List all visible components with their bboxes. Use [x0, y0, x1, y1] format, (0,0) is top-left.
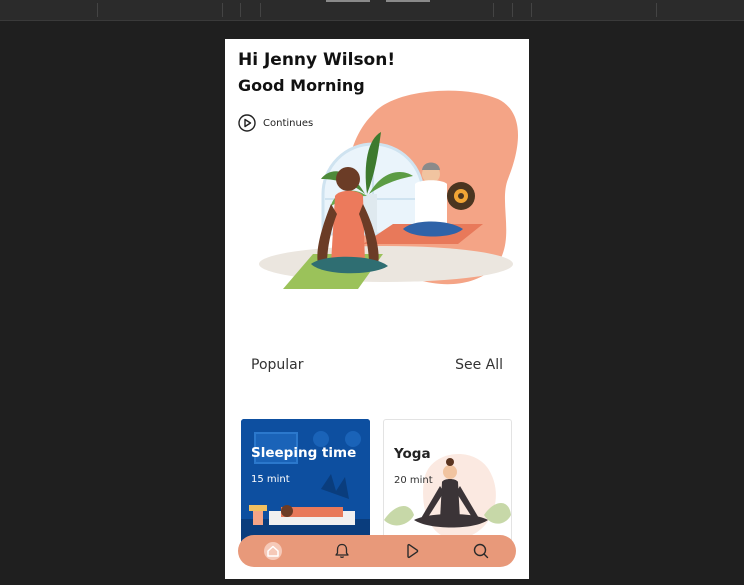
search-icon [474, 543, 489, 559]
card-title: Yoga [394, 446, 431, 462]
nav-home[interactable] [261, 539, 285, 563]
play-icon [407, 543, 419, 559]
toolbar-divider [222, 3, 223, 17]
home-icon [263, 542, 282, 560]
toolbar-divider [512, 3, 513, 17]
card-duration: 15 mint [251, 474, 290, 485]
greeting-time: Good Morning [238, 76, 365, 95]
card-duration: 20 mint [394, 475, 433, 486]
toolbar-divider [656, 3, 657, 17]
toolbar-divider [493, 3, 494, 17]
nav-notifications[interactable] [330, 539, 354, 563]
card-title: Sleeping time [251, 445, 357, 461]
editor-toolbar [0, 0, 744, 21]
play-circle-icon [238, 114, 256, 132]
popular-header: Popular See All [251, 357, 503, 373]
phone-screen: Hi Jenny Wilson! Good Morning Continues … [225, 39, 529, 579]
sleeping-time-card[interactable]: Sleeping time 15 mint [241, 419, 370, 544]
bottom-navigation [238, 535, 516, 567]
greeting-name: Hi Jenny Wilson! [238, 50, 396, 70]
continue-button[interactable]: Continues [238, 114, 313, 132]
nav-search[interactable] [469, 539, 493, 563]
bell-icon [335, 543, 349, 558]
toolbar-tab[interactable] [326, 0, 370, 2]
toolbar-divider [240, 3, 241, 17]
yoga-card[interactable]: Yoga 20 mint [383, 419, 512, 544]
see-all-link[interactable]: See All [455, 357, 503, 373]
nav-play[interactable] [400, 539, 424, 563]
toolbar-divider [97, 3, 98, 17]
toolbar-divider [531, 3, 532, 17]
toolbar-divider [260, 3, 261, 17]
continue-label: Continues [263, 117, 314, 129]
toolbar-tab[interactable] [386, 0, 430, 2]
popular-title: Popular [251, 357, 304, 373]
